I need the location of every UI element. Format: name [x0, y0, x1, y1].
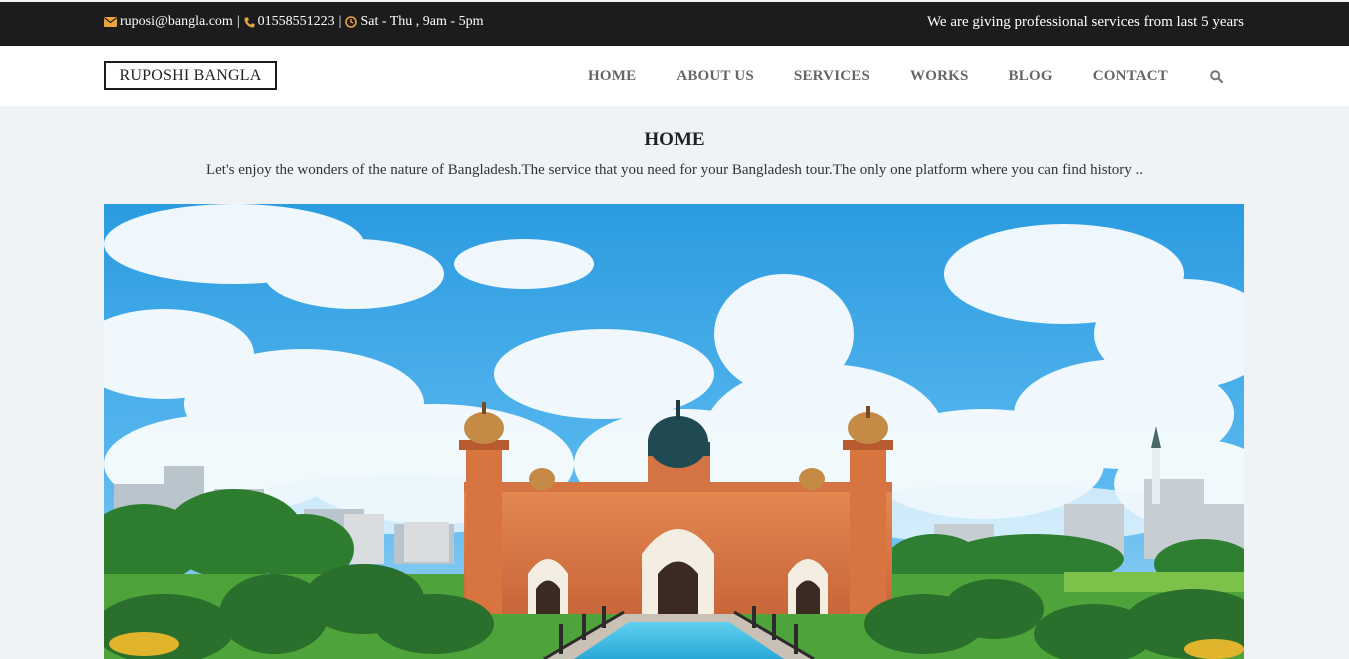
phone-icon [244, 17, 255, 28]
separator: | [236, 14, 240, 29]
envelope-icon [104, 17, 117, 27]
nav-item-contact[interactable]: CONTACT [1093, 68, 1168, 85]
tagline: We are giving professional services from… [926, 14, 1244, 30]
hero-image [104, 204, 1244, 659]
nav-item-works[interactable]: WORKS [910, 68, 969, 85]
brand-logo[interactable]: RUPOSHI BANGLA [104, 61, 277, 90]
nav-item-blog[interactable]: BLOG [1009, 68, 1053, 85]
nav-item-home[interactable]: HOME [588, 68, 636, 85]
clock-icon [345, 16, 358, 28]
top-bar: ruposi@bangla.com | 01558551223 | Sat - … [0, 2, 1349, 46]
contact-phone[interactable]: 01558551223 [258, 14, 335, 30]
main-nav: HOME ABOUT US SERVICES WORKS BLOG CONTAC… [588, 46, 1223, 106]
nav-item-about-us[interactable]: ABOUT US [676, 68, 754, 85]
search-icon[interactable] [1210, 69, 1223, 83]
nav-item-services[interactable]: SERVICES [794, 68, 870, 85]
page-title: HOME [644, 129, 705, 150]
navbar: RUPOSHI BANGLA HOME ABOUT US SERVICES WO… [0, 46, 1349, 106]
contact-email[interactable]: ruposi@bangla.com [120, 14, 233, 30]
intro-text: Let's enjoy the wonders of the nature of… [205, 162, 1144, 178]
separator: | [338, 14, 342, 29]
contact-info: ruposi@bangla.com | 01558551223 | Sat - … [104, 14, 483, 30]
contact-hours: Sat - Thu , 9am - 5pm [360, 14, 484, 29]
